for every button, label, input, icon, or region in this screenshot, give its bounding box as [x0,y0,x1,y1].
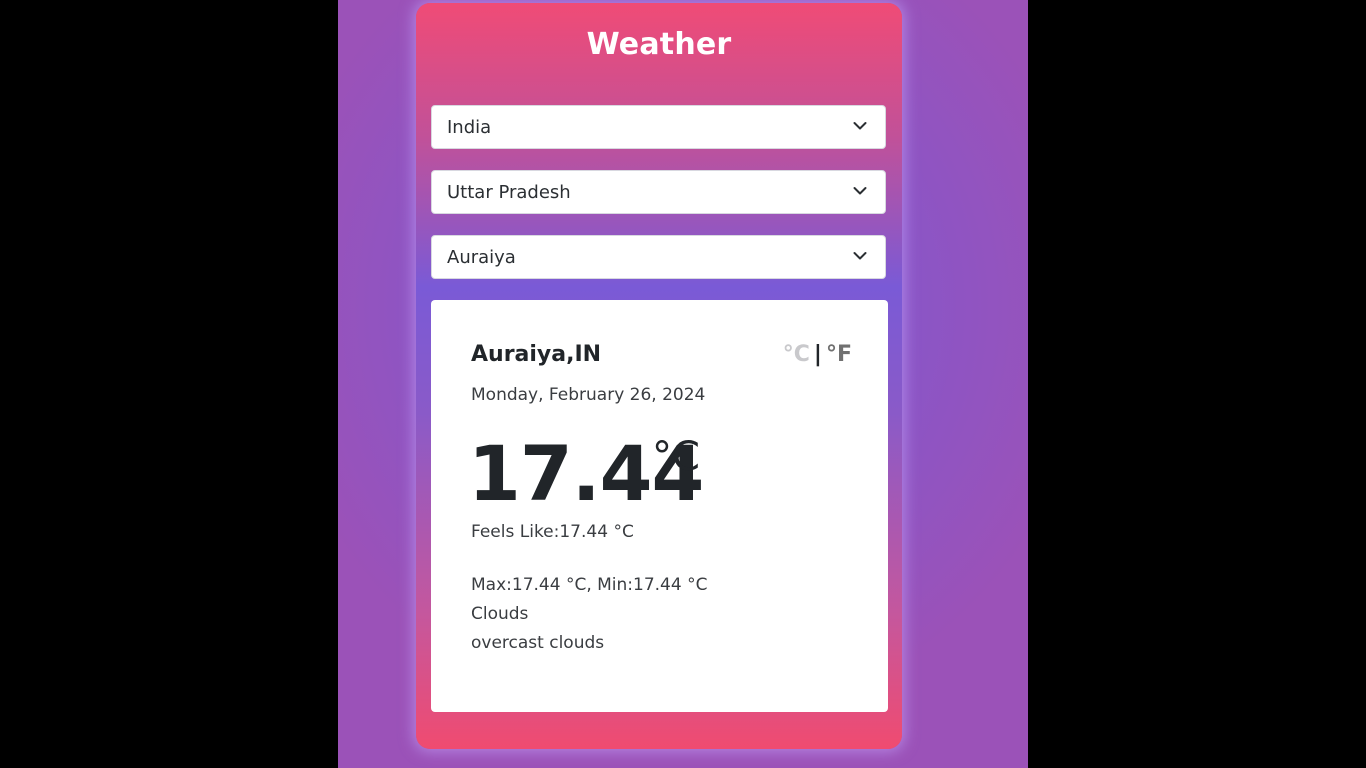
weather-details: Max:17.44 °C, Min:17.44 °C Clouds overca… [471,571,707,658]
fahrenheit-toggle[interactable]: °F [826,342,852,367]
temperature-display: 17.44 °C [468,430,704,518]
app-background: Weather India Uttar Pradesh Auraiya Aura… [338,0,1028,768]
city-select[interactable]: Auraiya [431,235,886,279]
feels-like: Feels Like:17.44 °C [471,522,634,542]
weather-card: Weather India Uttar Pradesh Auraiya Aura… [416,3,902,749]
weather-condition: Clouds [471,604,529,624]
celsius-toggle[interactable]: °C [783,342,810,367]
state-select[interactable]: Uttar Pradesh [431,170,886,214]
temperature-unit: °C [652,434,700,480]
location-name: Auraiya,IN [471,342,602,367]
country-select[interactable]: India [431,105,886,149]
app-title: Weather [586,27,732,62]
unit-separator: | [813,342,822,367]
weather-description: overcast clouds [471,633,605,653]
chevron-down-icon [853,187,867,195]
country-select-value: India [447,117,492,138]
chevron-down-icon [853,122,867,130]
chevron-down-icon [853,252,867,260]
city-select-value: Auraiya [447,247,516,268]
max-min-temperature: Max:17.44 °C, Min:17.44 °C [471,575,708,595]
unit-toggle: °C | °F [783,342,852,367]
state-select-value: Uttar Pradesh [447,182,571,203]
weather-panel: Auraiya,IN °C | °F Monday, February 26, 20… [431,300,888,712]
current-date: Monday, February 26, 2024 [471,385,706,405]
